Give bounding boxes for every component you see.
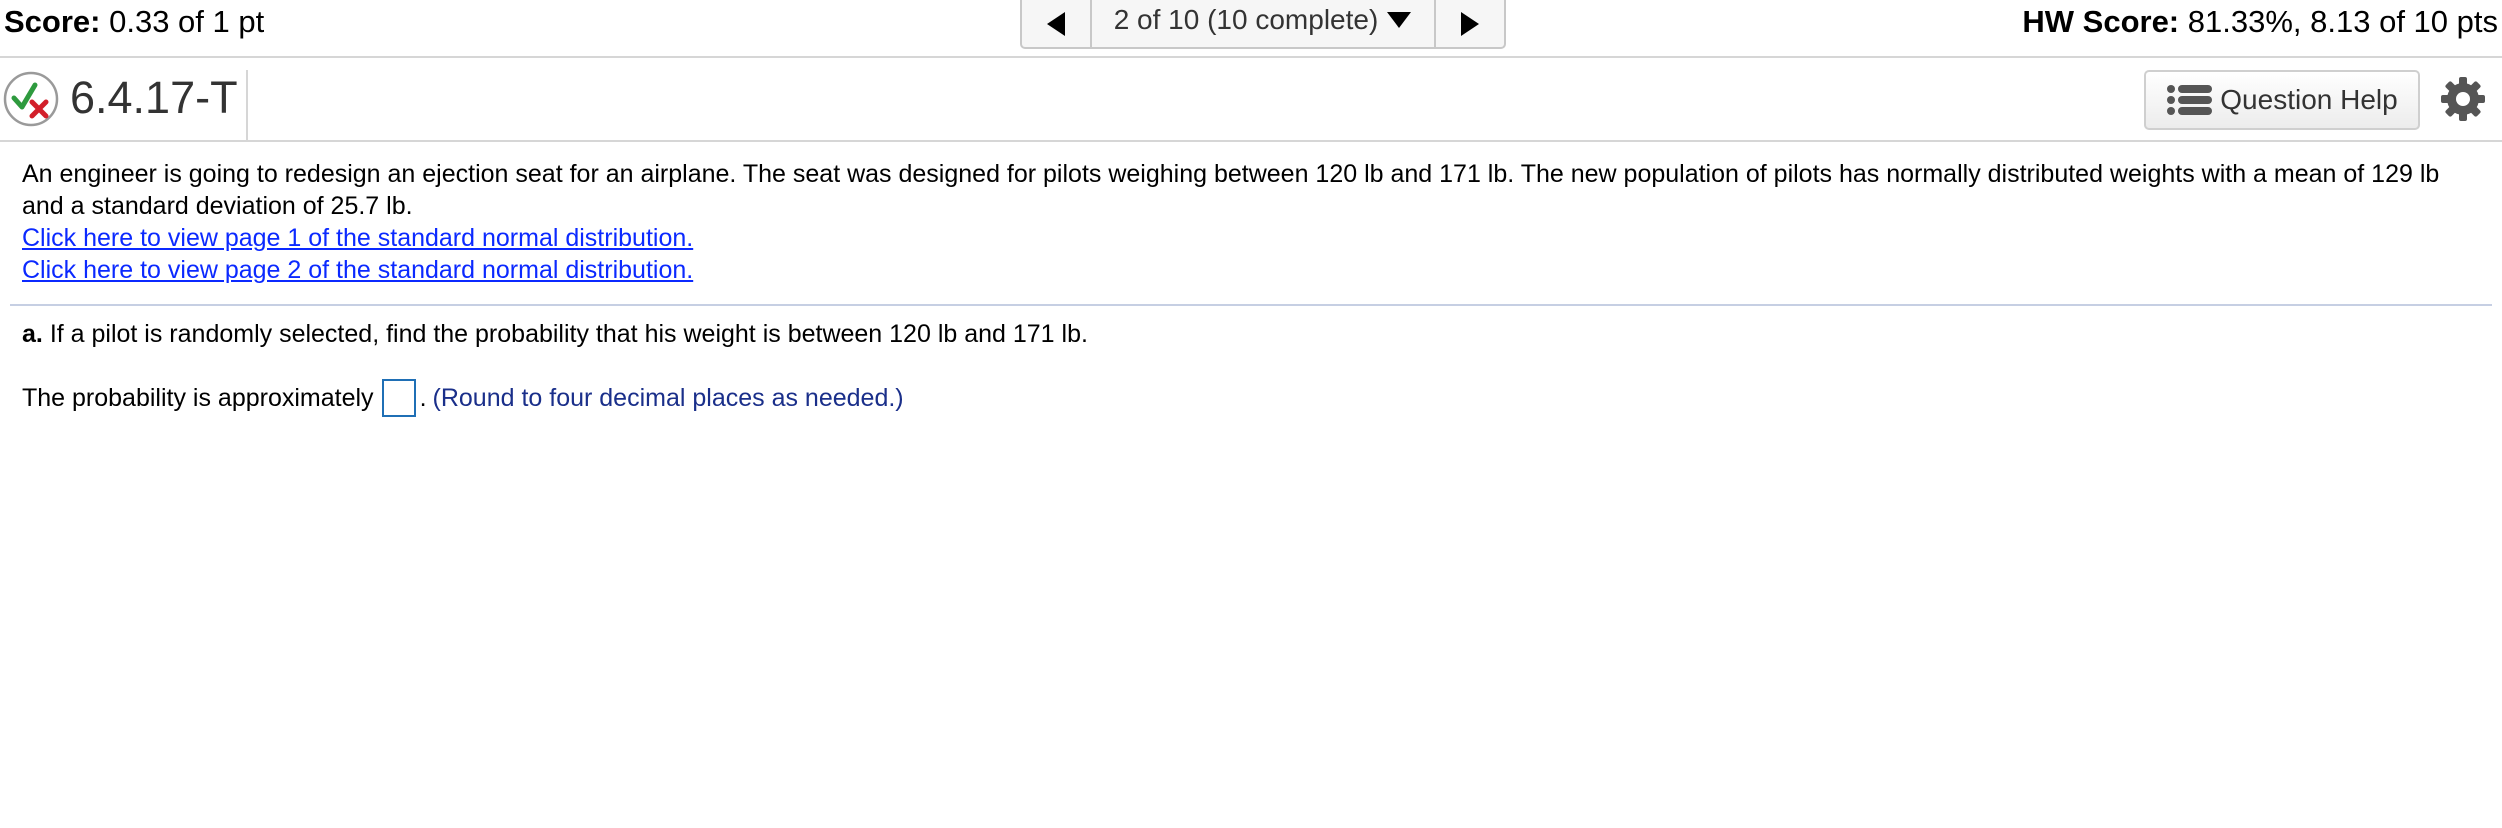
hw-score-value: 81.33%, 8.13 of 10 pts [2187, 4, 2498, 39]
score-value: 0.33 of 1 pt [109, 4, 265, 39]
question-select-dropdown[interactable]: 2 of 10 (10 complete) [1092, 0, 1434, 47]
normal-table-page2-link[interactable]: Click here to view page 2 of the standar… [22, 254, 2482, 286]
part-a-label: a. [22, 320, 43, 348]
question-help-button[interactable]: Question Help [2144, 70, 2420, 130]
question-score: Score: 0.33 of 1 pt [4, 2, 264, 42]
probability-answer-input[interactable] [381, 379, 416, 417]
answer-line: The probability is approximately . (Roun… [22, 378, 904, 418]
part-a-prompt: a. If a pilot is randomly selected, find… [22, 318, 1088, 350]
answer-suffix: . [419, 384, 427, 412]
caret-down-icon [1387, 11, 1412, 28]
rounding-hint: (Round to four decimal places as needed.… [432, 384, 904, 412]
partial-credit-icon [3, 71, 59, 127]
problem-statement: An engineer is going to redesign an ejec… [22, 158, 2482, 286]
score-bar: Score: 0.33 of 1 pt 2 of 10 (10 complete… [0, 0, 2502, 58]
section-divider [10, 304, 2492, 306]
hw-score-label: HW Score: [2022, 4, 2180, 39]
list-icon [2166, 83, 2214, 117]
question-navigator: 2 of 10 (10 complete) [1020, 0, 1506, 49]
problem-text: An engineer is going to redesign an ejec… [22, 160, 2440, 220]
previous-question-button[interactable] [1022, 0, 1092, 47]
normal-table-page1-link[interactable]: Click here to view page 1 of the standar… [22, 222, 2482, 254]
homework-score: HW Score: 81.33%, 8.13 of 10 pts [2022, 2, 2498, 42]
question-help-label: Question Help [2220, 84, 2398, 115]
answer-prefix: The probability is approximately [22, 384, 374, 412]
score-label: Score: [4, 4, 101, 39]
triangle-right-icon [1461, 11, 1479, 36]
triangle-left-icon [1047, 11, 1065, 36]
question-header: 6.4.17-T Question Help [0, 60, 2502, 142]
question-position-label: 2 of 10 (10 complete) [1113, 3, 1379, 35]
question-number: 6.4.17-T [70, 72, 238, 123]
header-divider [246, 70, 248, 142]
next-question-button[interactable] [1434, 0, 1504, 47]
part-a-text: If a pilot is randomly selected, find th… [49, 320, 1088, 348]
gear-icon[interactable] [2440, 76, 2486, 122]
